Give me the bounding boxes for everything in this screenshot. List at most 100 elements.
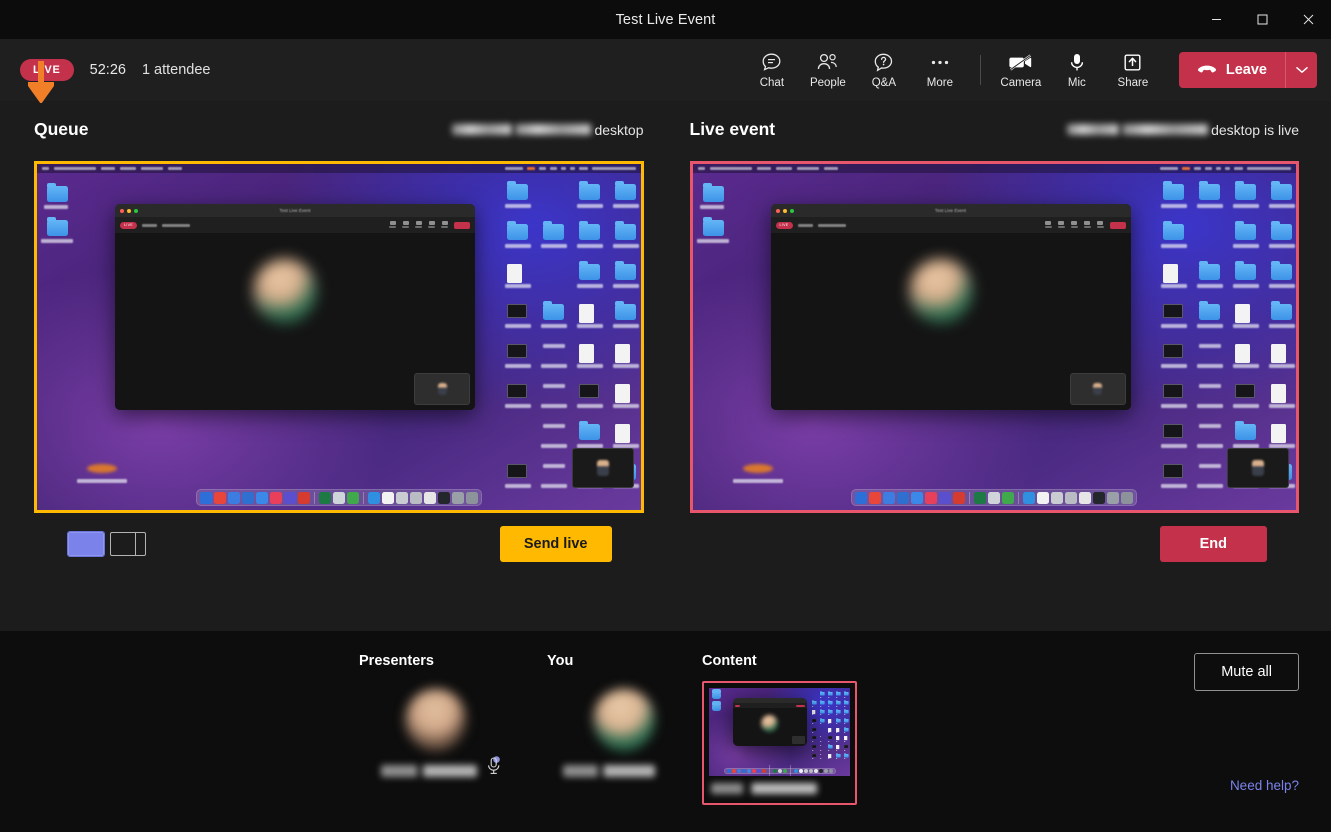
desktop-folder (820, 719, 825, 723)
maximize-button[interactable] (1239, 0, 1285, 39)
nested-window-title: Test Live Event (115, 208, 475, 213)
menubar-item (168, 167, 182, 170)
live-event-title: Live event (690, 119, 776, 140)
menubar-clock (592, 167, 636, 170)
you-tile[interactable] (547, 681, 702, 777)
minimize-icon (1211, 14, 1222, 25)
presenter-tile[interactable] (359, 681, 547, 782)
desktop-item-label (505, 404, 531, 408)
nested-avatar (253, 259, 317, 323)
producer-stage: Queue desktop (0, 101, 1331, 631)
meeting-toolbar: Chat People Q&A (744, 48, 1317, 93)
desktop-item-label (836, 723, 837, 724)
desktop-item-label (1233, 204, 1259, 208)
share-button[interactable]: Share (1105, 48, 1161, 93)
desktop-item-label (828, 723, 829, 724)
desktop-folder (1235, 264, 1256, 280)
send-live-button[interactable]: Send live (500, 526, 612, 562)
desktop-item-label (613, 204, 639, 208)
desktop-pip-avatar (597, 460, 609, 476)
people-button[interactable]: People (800, 48, 856, 93)
dock-app-icon (794, 769, 798, 773)
dock-app-icon (466, 492, 478, 504)
desktop-item-label (812, 714, 813, 715)
desktop-user-label (77, 479, 127, 483)
content-card[interactable] (702, 681, 857, 805)
desktop-item-label (543, 464, 565, 468)
meeting-action-bar: LIVE 52:26 1 attendee Chat (0, 39, 1331, 101)
presenter-name (381, 765, 477, 777)
dock-separator (363, 492, 364, 504)
qa-button[interactable]: Q&A (856, 48, 912, 93)
desktop-item-label (1161, 404, 1187, 408)
nested-tool (1071, 221, 1078, 230)
redacted-surname (515, 124, 591, 135)
desktop-item-label (1269, 404, 1295, 408)
more-button[interactable]: More (912, 48, 968, 93)
mic-button[interactable]: Mic (1049, 48, 1105, 93)
dock-app-icon (284, 492, 296, 504)
desktop-item-label (1161, 444, 1187, 448)
presenter-mic-button[interactable] (485, 755, 503, 782)
desktop-folder (820, 701, 825, 705)
dock-app-icon (424, 492, 436, 504)
dock-app-icon (1107, 492, 1119, 504)
dock-app-icon (953, 492, 965, 504)
queue-preview[interactable]: Test Live Event LIVE (34, 161, 644, 513)
minimize-button[interactable] (1193, 0, 1239, 39)
desktop-item-label (1269, 324, 1295, 328)
dock-app-icon (925, 492, 937, 504)
desktop-folder (1199, 184, 1220, 200)
nested-self-view (414, 373, 470, 405)
layout-single-button[interactable] (68, 532, 104, 556)
need-help-link[interactable]: Need help? (1230, 778, 1299, 793)
end-event-button[interactable]: End (1160, 526, 1267, 562)
dock-app-icon (752, 769, 756, 773)
desktop-item-label (836, 750, 837, 751)
camera-button[interactable]: Camera (993, 48, 1049, 93)
desktop-document (844, 736, 847, 740)
content-owner-name (711, 783, 817, 794)
chat-button[interactable]: Chat (744, 48, 800, 93)
layout-split-button[interactable] (110, 532, 146, 556)
desktop-item-label (820, 697, 821, 698)
desktop-item-label (836, 758, 837, 759)
desktop-item-label (1199, 344, 1221, 348)
live-event-preview[interactable]: Test Live Event LIVE (690, 161, 1300, 513)
desktop-item-label (613, 404, 639, 408)
dock-app-icon (242, 492, 254, 504)
close-button[interactable] (1285, 0, 1331, 39)
desktop-item-label (1161, 204, 1187, 208)
dock-app-icon (883, 492, 895, 504)
desktop-item-label (505, 244, 531, 248)
dock-app-icon (1023, 492, 1035, 504)
dock-app-icon (1051, 492, 1063, 504)
leave-options-button[interactable] (1285, 52, 1317, 88)
more-label: More (927, 77, 953, 89)
desktop-folder (836, 692, 841, 696)
menubar-app-name (710, 167, 752, 170)
menubar-status-item (1160, 167, 1178, 170)
desktop-pip-window (1227, 448, 1289, 488)
desktop-item-label (1161, 364, 1187, 368)
dock-app-icon (824, 769, 828, 773)
desktop-item-label (812, 732, 813, 733)
desktop-item-label (1197, 284, 1223, 288)
dock-separator (1018, 492, 1019, 504)
desktop-item-label (812, 750, 813, 751)
menubar-status-item (1182, 167, 1190, 170)
dock-separator (969, 492, 970, 504)
layout-toggle-group (68, 532, 146, 556)
mute-all-button[interactable]: Mute all (1194, 653, 1299, 691)
desktop-item-label (844, 723, 845, 724)
desktop-item-label (577, 364, 603, 368)
queue-controls: Send live (34, 513, 644, 575)
leave-button[interactable]: Leave (1179, 52, 1285, 88)
dock-app-icon (410, 492, 422, 504)
desktop-item-label (541, 444, 567, 448)
dock-app-icon (819, 769, 823, 773)
dock-app-icon (1121, 492, 1133, 504)
nested-live-badge: LIVE (120, 222, 137, 229)
you-label: You (547, 653, 702, 669)
desktop-folder (615, 264, 636, 280)
